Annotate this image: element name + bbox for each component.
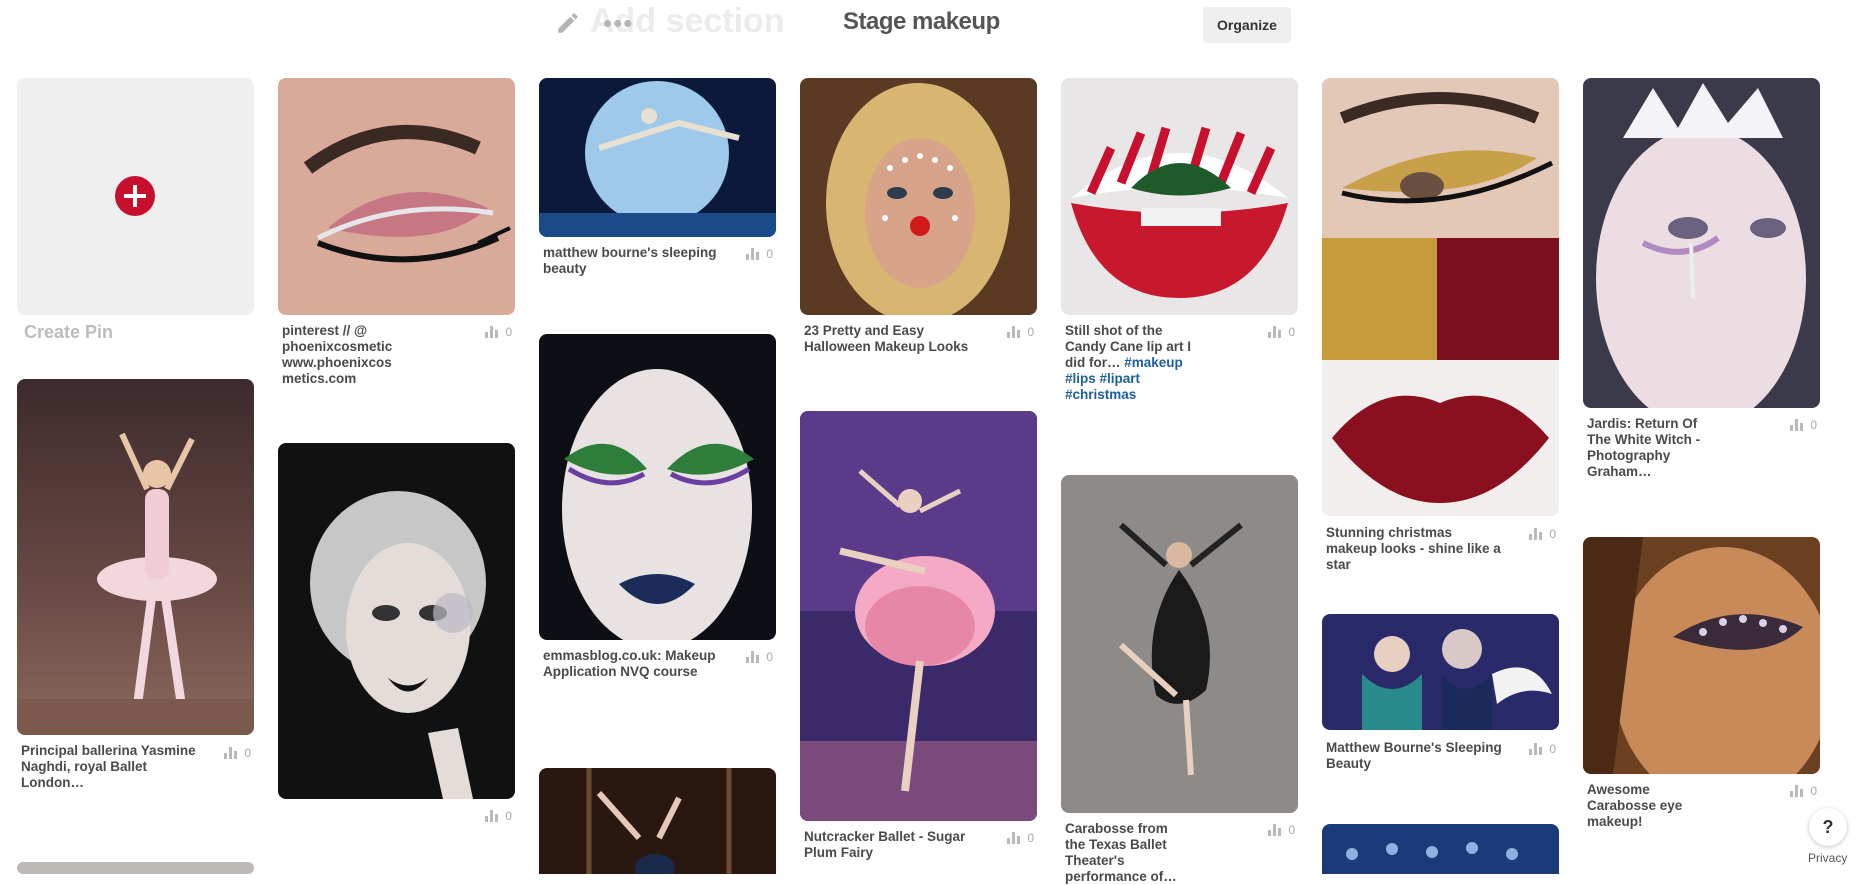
stats-icon xyxy=(1268,326,1282,338)
save-count: 0 xyxy=(766,247,773,261)
pin-image[interactable] xyxy=(1322,78,1559,516)
stats-icon xyxy=(1529,743,1543,755)
pin-stats: 0 xyxy=(1007,325,1034,339)
stats-icon xyxy=(1268,824,1282,836)
save-count: 0 xyxy=(505,325,512,339)
pin-stats: 0 xyxy=(1790,418,1817,432)
stats-icon xyxy=(1790,785,1804,797)
pin-card[interactable]: Awesome Carabosse eye makeup! 0 xyxy=(1583,537,1820,829)
pin-description[interactable]: Stunning christmas makeup looks - shine … xyxy=(1326,525,1502,573)
pin-image[interactable] xyxy=(539,334,776,640)
pin-description[interactable]: Awesome Carabosse eye makeup! xyxy=(1587,782,1697,830)
pin-description[interactable]: Principal ballerina Yasmine Naghdi, roya… xyxy=(21,743,197,791)
help-button[interactable]: ? xyxy=(1809,808,1847,846)
save-count: 0 xyxy=(244,746,251,760)
privacy-link[interactable]: Privacy xyxy=(1808,851,1847,865)
pin-image[interactable] xyxy=(539,768,776,874)
save-count: 0 xyxy=(1549,527,1556,541)
stats-icon xyxy=(746,651,760,663)
pin-stats: 0 xyxy=(746,650,773,664)
pin-image[interactable] xyxy=(1322,824,1559,874)
pin-card[interactable]: 23 Pretty and Easy Halloween Makeup Look… xyxy=(800,78,1037,354)
pin-card[interactable]: pinterest // @ phoenixcosmetic www.phoen… xyxy=(278,78,515,386)
stats-icon xyxy=(485,326,499,338)
save-count: 0 xyxy=(1288,823,1295,837)
organize-button[interactable]: Organize xyxy=(1203,7,1291,43)
pin-image[interactable] xyxy=(278,78,515,315)
save-count: 0 xyxy=(1549,742,1556,756)
pin-image[interactable] xyxy=(1583,537,1820,774)
pin-description[interactable]: Matthew Bourne's Sleeping Beauty xyxy=(1326,740,1502,772)
save-count: 0 xyxy=(505,809,512,823)
pin-card[interactable]: matthew bourne's sleeping beauty 0 xyxy=(539,78,776,276)
stats-icon xyxy=(1790,419,1804,431)
page-title: Stage makeup xyxy=(843,8,1000,35)
pin-image[interactable] xyxy=(278,443,515,799)
pin-description[interactable]: pinterest // @ phoenixcosmetic www.phoen… xyxy=(282,323,458,387)
create-pin-label: Create Pin xyxy=(24,322,114,342)
pin-description[interactable]: Carabosse from the Texas Ballet Theater'… xyxy=(1065,821,1185,885)
pin-card[interactable]: Still shot of the Candy Cane lip art I d… xyxy=(1061,78,1298,402)
pin-stats: 0 xyxy=(1790,784,1817,798)
pin-stats: 0 xyxy=(485,809,512,823)
pin-stats: 0 xyxy=(1529,527,1556,541)
add-icon xyxy=(115,176,155,216)
pin-card[interactable] xyxy=(17,862,254,874)
save-count: 0 xyxy=(1810,784,1817,798)
pin-image[interactable] xyxy=(800,78,1037,315)
pin-card[interactable]: Jardis: Return Of The White Witch - Phot… xyxy=(1583,78,1820,479)
pin-card[interactable]: Matthew Bourne's Sleeping Beauty 0 xyxy=(1322,614,1559,771)
create-pin-button[interactable] xyxy=(17,78,254,315)
stats-icon xyxy=(224,747,238,759)
save-count: 0 xyxy=(1027,831,1034,845)
pin-card[interactable] xyxy=(539,768,776,874)
pin-stats: 0 xyxy=(1268,823,1295,837)
pencil-icon[interactable] xyxy=(555,10,581,36)
pin-card[interactable]: Nutcracker Ballet - Sugar Plum Fairy 0 xyxy=(800,411,1037,860)
pin-description[interactable]: matthew bourne's sleeping beauty xyxy=(543,245,719,277)
pin-card[interactable]: Stunning christmas makeup looks - shine … xyxy=(1322,78,1559,572)
pin-card[interactable]: Principal ballerina Yasmine Naghdi, roya… xyxy=(17,379,254,790)
pin-description[interactable]: emmasblog.co.uk: Makeup Application NVQ … xyxy=(543,648,719,680)
pin-stats: 0 xyxy=(1268,325,1295,339)
stats-icon xyxy=(1529,528,1543,540)
pin-image[interactable] xyxy=(17,379,254,735)
pin-stats: 0 xyxy=(1007,831,1034,845)
stats-icon xyxy=(1007,326,1021,338)
pin-stats: 0 xyxy=(1529,742,1556,756)
pin-image[interactable] xyxy=(800,411,1037,821)
save-count: 0 xyxy=(766,650,773,664)
pin-stats: 0 xyxy=(485,325,512,339)
pin-image[interactable] xyxy=(1061,78,1298,315)
pin-image[interactable] xyxy=(17,862,254,874)
pin-image[interactable] xyxy=(1583,78,1820,408)
pin-description[interactable]: 23 Pretty and Easy Halloween Makeup Look… xyxy=(804,323,980,355)
pin-description[interactable]: Jardis: Return Of The White Witch - Phot… xyxy=(1587,416,1717,480)
stats-icon xyxy=(485,810,499,822)
pin-description[interactable]: Nutcracker Ballet - Sugar Plum Fairy xyxy=(804,829,980,861)
save-count: 0 xyxy=(1288,325,1295,339)
pin-stats: 0 xyxy=(746,247,773,261)
board-header: Add section ••• Stage makeup Organize xyxy=(0,0,1855,60)
save-count: 0 xyxy=(1027,325,1034,339)
save-count: 0 xyxy=(1810,418,1817,432)
pin-card[interactable]: 0 xyxy=(278,443,515,823)
pin-stats: 0 xyxy=(224,746,251,760)
pin-image[interactable] xyxy=(1061,475,1298,813)
stats-icon xyxy=(1007,832,1021,844)
pin-image[interactable] xyxy=(539,78,776,237)
pin-card[interactable] xyxy=(1322,824,1559,874)
pin-card[interactable]: Carabosse from the Texas Ballet Theater'… xyxy=(1061,475,1298,884)
pin-image[interactable] xyxy=(1322,614,1559,730)
pin-card[interactable]: emmasblog.co.uk: Makeup Application NVQ … xyxy=(539,334,776,679)
pin-description[interactable]: Still shot of the Candy Cane lip art I d… xyxy=(1065,323,1195,403)
more-options-icon[interactable]: ••• xyxy=(603,10,633,36)
stats-icon xyxy=(746,248,760,260)
